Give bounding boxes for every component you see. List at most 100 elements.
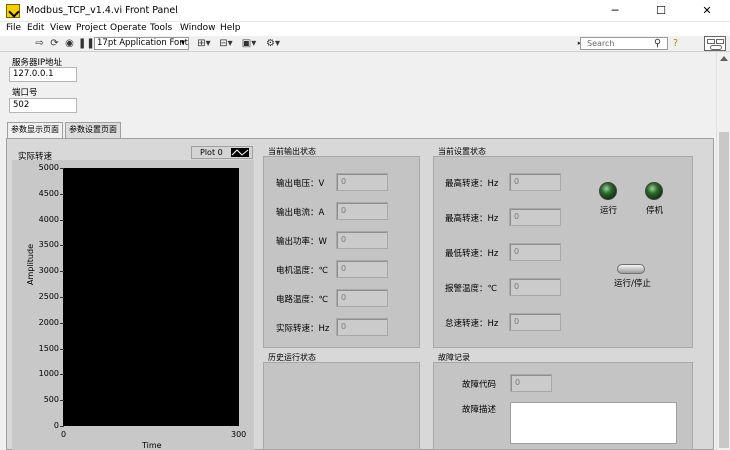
font-select-value: 17pt Application Font [97, 38, 188, 48]
title-bar: Modbus_TCP_v1.4.vi Front Panel ─ ☐ ✕ [0, 0, 730, 22]
y-tick-label: 4500 [38, 188, 59, 198]
menu-window[interactable]: Window [180, 23, 216, 33]
port-label: 端口号 [12, 88, 38, 98]
output-row-value: 0 [336, 231, 388, 249]
setting-row-value: 0 [509, 208, 561, 226]
plot-svg [63, 168, 239, 426]
output-row-value: 0 [336, 173, 388, 191]
setting-row-value: 0 [509, 173, 561, 191]
y-tick-label: 4000 [38, 214, 59, 224]
stop-led-indicator [645, 182, 663, 200]
run-arrow-icon[interactable]: ⇨ [34, 38, 45, 49]
plot-legend[interactable]: Plot 0 [191, 146, 253, 159]
vertical-scrollbar[interactable] [716, 52, 730, 450]
menu-file[interactable]: File [6, 23, 21, 33]
y-axis-label: Amplitude [26, 244, 35, 285]
fault-desc-label: 故障描述 [462, 405, 497, 415]
fault-code-label: 故障代码 [462, 380, 497, 390]
run-stop-switch-label: 运行/停止 [614, 279, 651, 289]
output-row-label: 电路温度：℃ [276, 295, 329, 305]
y-tick-mark [60, 348, 64, 350]
ip-input[interactable]: 127.0.0.1 [9, 67, 77, 82]
setting-row-label: 最低转速：Hz [445, 249, 499, 259]
y-tick-mark [60, 245, 64, 247]
pause-icon[interactable]: ❚❚ [78, 38, 95, 49]
align-objects-icon[interactable]: ⊞▾ [195, 38, 213, 49]
y-tick-label: 5000 [38, 163, 59, 172]
x-axis-label: Time [142, 441, 162, 450]
y-tick-mark [60, 374, 64, 376]
reorder-icon[interactable]: ⚙▾ [264, 38, 282, 49]
output-row-label: 电机温度：℃ [276, 266, 329, 276]
setting-row-value: 0 [509, 243, 561, 261]
setting-row-label: 怠速转速：Hz [445, 319, 499, 329]
y-tick-label: 0 [53, 421, 59, 430]
menu-operate[interactable]: Operate [110, 23, 147, 33]
y-tick-mark [60, 219, 64, 221]
y-tick-mark [60, 193, 64, 195]
y-tick-label: 2500 [38, 292, 59, 301]
chevron-down-icon: ▾ [180, 38, 185, 48]
setting-row-value: 0 [509, 313, 561, 331]
menu-help[interactable]: Help [220, 23, 241, 33]
fault-desc-field [510, 402, 677, 444]
toolbar: ⇨ ⟳ ◉ ❚❚ 17pt Application Font ▾ ⊞▾ ⊟▾ ▣… [0, 36, 730, 52]
y-tick-mark [60, 426, 64, 427]
y-tick-mark [60, 297, 64, 298]
font-select[interactable]: 17pt Application Font ▾ [94, 37, 189, 50]
help-icon[interactable]: ? [670, 38, 681, 49]
output-row-label: 输出电流：A [276, 208, 325, 218]
output-row-value: 0 [336, 318, 388, 336]
menu-project[interactable]: Project [76, 23, 107, 33]
y-tick-label: 3000 [38, 266, 59, 276]
minimize-button[interactable]: ─ [592, 0, 638, 22]
setting-row-label: 最高转速：Hz [445, 214, 499, 224]
scrollbar-thumb[interactable] [719, 132, 729, 448]
y-tick-mark [60, 168, 64, 169]
abort-icon[interactable]: ◉ [64, 38, 75, 49]
menu-bar: File Edit View Project Operate Tools Win… [0, 22, 730, 36]
menu-view[interactable]: View [50, 23, 71, 33]
run-stop-switch[interactable] [617, 264, 645, 274]
vi-connector-icon[interactable] [704, 36, 726, 51]
run-continuously-icon[interactable]: ⟳ [49, 38, 60, 49]
x-tick-300: 300 [231, 430, 247, 439]
tab-display[interactable]: 参数显示页面 [7, 122, 63, 138]
window-title: Modbus_TCP_v1.4.vi Front Panel [26, 5, 178, 16]
y-tick-mark [60, 271, 64, 273]
output-row-value: 0 [336, 289, 388, 307]
search-icon[interactable]: ⚲ [652, 38, 663, 49]
y-tick-mark [60, 400, 64, 402]
output-row-value: 0 [336, 260, 388, 278]
run-led-label: 运行 [600, 206, 618, 216]
search-placeholder: Search [587, 39, 615, 48]
menu-edit[interactable]: Edit [27, 23, 44, 33]
output-row-label: 实际转速：Hz [276, 324, 330, 334]
y-tick-label: 500 [43, 395, 59, 405]
x-tick-0: 0 [61, 430, 67, 439]
labview-vi-icon [6, 4, 20, 18]
run-led-indicator [599, 182, 617, 200]
y-tick-label: 1000 [38, 369, 59, 379]
output-row-label: 输出电压：V [276, 179, 325, 189]
resize-objects-icon[interactable]: ▣▾ [240, 38, 258, 49]
plot-legend-label: Plot 0 [200, 148, 223, 157]
stop-led-label: 停机 [646, 206, 664, 216]
setting-row-label: 最高转速：Hz [445, 179, 499, 189]
scroll-up-arrow-icon[interactable] [720, 56, 728, 61]
y-tick-mark [60, 322, 64, 324]
port-input[interactable]: 502 [9, 98, 77, 113]
y-tick-label: 2000 [38, 317, 59, 327]
tab-settings[interactable]: 参数设置页面 [65, 122, 121, 138]
fault-code-value: 0 [510, 374, 552, 392]
close-button[interactable]: ✕ [684, 0, 730, 22]
history-group [263, 362, 420, 450]
output-row-label: 输出功率：W [276, 237, 327, 247]
menu-tools[interactable]: Tools [150, 23, 172, 33]
plot-area[interactable] [63, 168, 239, 426]
maximize-button[interactable]: ☐ [638, 0, 684, 22]
setting-row-value: 0 [509, 278, 561, 296]
y-tick-label: 3500 [38, 240, 59, 250]
distribute-objects-icon[interactable]: ⊟▾ [217, 38, 235, 49]
y-tick-label: 1500 [38, 343, 59, 353]
